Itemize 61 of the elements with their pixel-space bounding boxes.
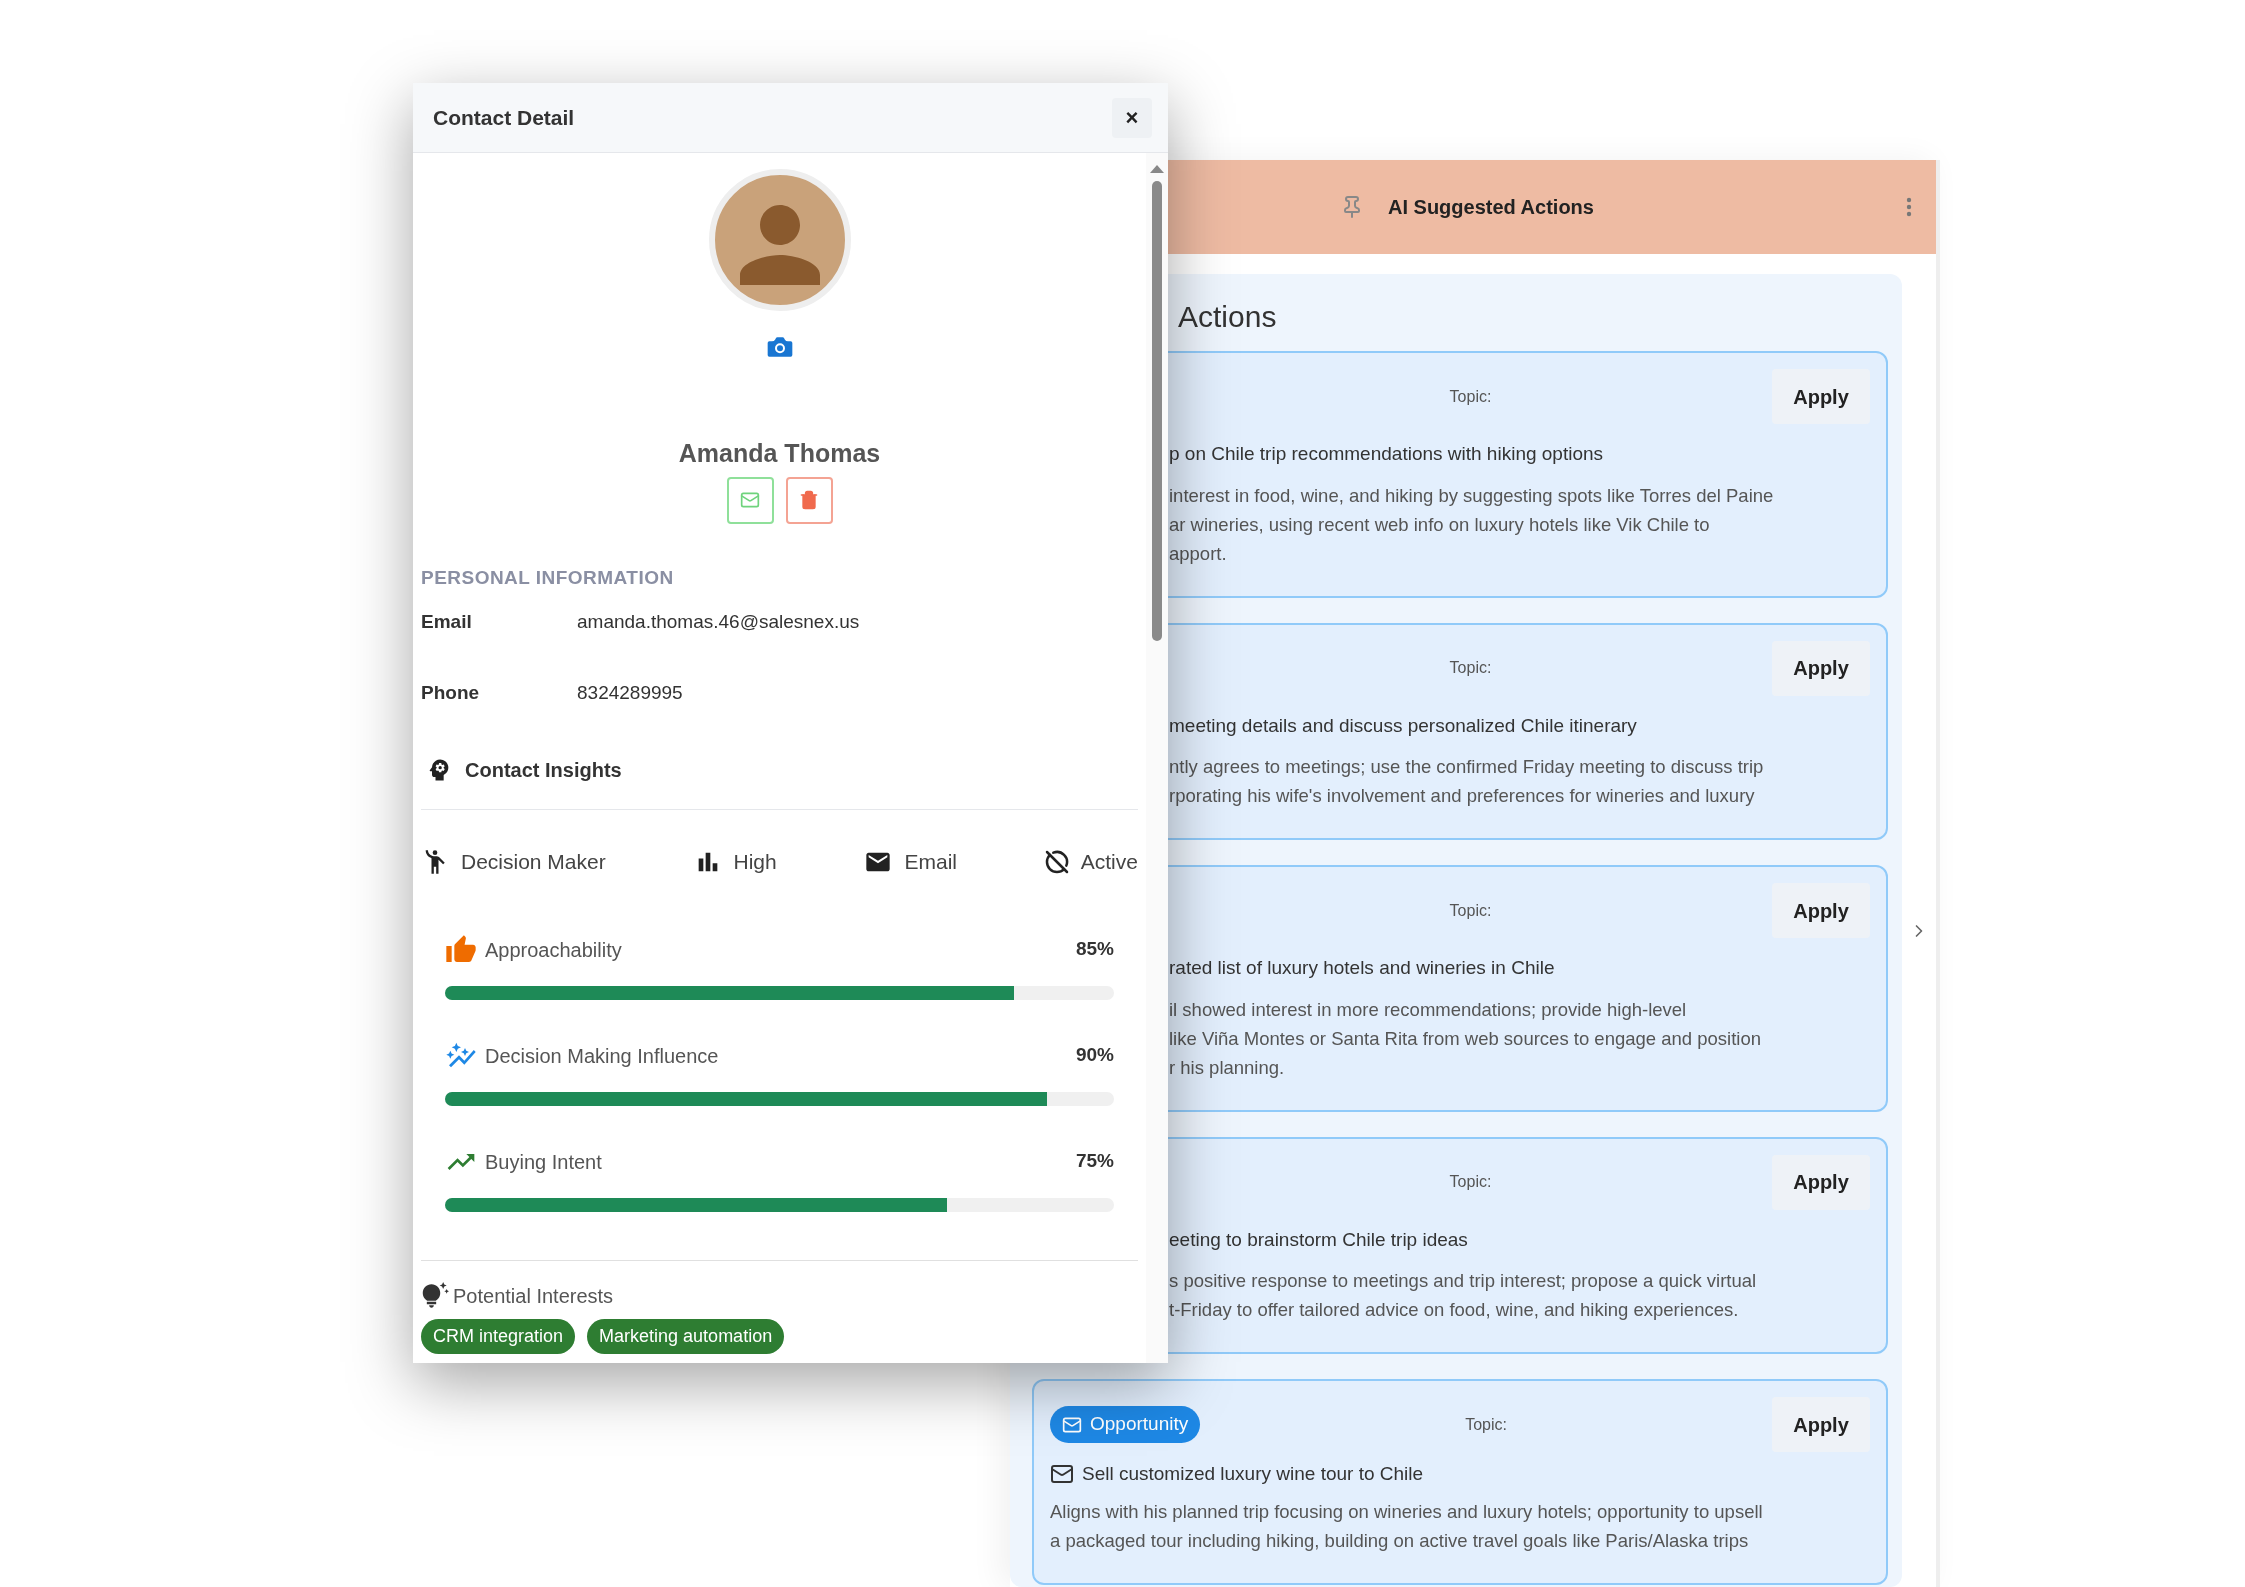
action-title: p on Chile trip recommendations with hiking options: [1169, 442, 1604, 466]
action-description: ntly agrees to meetings; use the confirmed Friday meeting to discuss trip: [1169, 755, 1765, 779]
action-description: a packaged tour including hiking, building on active travel goals like Paris/Alaska trips: [1050, 1528, 1750, 1553]
action-title: eeting to brainstorm Chile trip ideas: [1169, 1227, 1468, 1252]
interests-title: Potential Interests: [453, 1283, 614, 1309]
trash-icon: [799, 490, 819, 510]
interest-chip: Marketing automation: [587, 1318, 785, 1354]
panel-title: AI Suggested Actions: [1388, 195, 1595, 220]
topic-label: Topic:: [1449, 386, 1492, 407]
insight-tag: Decision Maker: [461, 846, 606, 878]
contact-name: Amanda Thomas: [678, 438, 881, 469]
action-description: Aligns with his planned trip focusing on wineries and luxury hotels; opportunity to upsell: [1050, 1499, 1764, 1524]
more-options-button[interactable]: [1906, 197, 1912, 217]
dialog-title: Contact Detail: [433, 104, 575, 131]
action-description: r his planning.: [1169, 1055, 1286, 1080]
apply-button[interactable]: Apply: [1772, 369, 1870, 424]
apply-button[interactable]: Apply: [1772, 883, 1870, 938]
insight-tag: High: [733, 846, 777, 878]
insights-title: Contact Insights: [465, 758, 622, 783]
metric-label: Approachability: [485, 937, 623, 963]
topic-label: Topic:: [1449, 658, 1492, 678]
action-title: rated list of luxury hotels and wineries in Chile: [1169, 956, 1555, 980]
action-description: like Viña Montes or Santa Rita from web sources to engage and position: [1169, 1026, 1762, 1051]
action-description: apport.: [1169, 541, 1228, 566]
metric-label: Decision Making Influence: [485, 1043, 720, 1069]
action-title: Sell customized luxury wine tour to Chile: [1082, 1462, 1424, 1486]
action-title: meeting details and discuss personalized Chile itinerary: [1169, 713, 1637, 738]
metric-reading: 75%: [1075, 1149, 1114, 1174]
opportunity-badge: Opportunity: [1050, 1406, 1201, 1443]
metric-label: Buying Intent: [485, 1149, 603, 1175]
action-description: ar wineries, using recent web info on luxury hotels like Vik Chile to: [1169, 512, 1711, 537]
field-value: 8324289995: [577, 680, 683, 705]
action-description: interest in food, wine, and hiking by suggesting spots like Torres del Paine: [1169, 483, 1775, 508]
scrollbar[interactable]: [1146, 153, 1168, 1363]
field-label: Phone: [421, 680, 481, 705]
kebab-icon: [1906, 197, 1912, 217]
topic-label: Topic:: [1449, 900, 1492, 921]
envelope-icon: [740, 490, 760, 510]
insight-tag: Active: [1080, 846, 1138, 878]
section-title: PERSONAL INFORMATION: [421, 565, 675, 590]
apply-button[interactable]: Apply: [1772, 1397, 1870, 1452]
field-value: amanda.thomas.46@salesnex.us: [577, 610, 860, 634]
action-description: s positive response to meetings and trip interest; propose a quick virtual: [1169, 1269, 1758, 1293]
action-description: t-Friday to offer tailored advice on food, wine, and hiking experiences.: [1169, 1298, 1740, 1322]
metric-reading: 90%: [1075, 1043, 1114, 1068]
insight-tag: Email: [904, 846, 957, 878]
topic-label: Topic:: [1449, 1172, 1492, 1192]
apply-button[interactable]: Apply: [1772, 1154, 1870, 1210]
topic-label: Topic:: [1465, 1414, 1507, 1435]
close-button[interactable]: ×: [1112, 97, 1152, 138]
delete-button[interactable]: [785, 476, 833, 524]
email-button[interactable]: [726, 476, 774, 524]
apply-button[interactable]: Apply: [1772, 640, 1870, 696]
crossed-circle-icon: [1044, 849, 1069, 874]
lightbulb-icon: [421, 1281, 449, 1310]
field-label: Email: [421, 610, 473, 634]
interest-chip: CRM integration: [421, 1318, 576, 1354]
metric-reading: 85%: [1075, 937, 1114, 962]
actions-heading: Actions: [1177, 299, 1278, 335]
action-description: rporating his wife's involvement and preferences for wineries and luxury: [1169, 784, 1756, 808]
action-description: il showed interest in more recommendations; provide high-level: [1169, 997, 1688, 1022]
